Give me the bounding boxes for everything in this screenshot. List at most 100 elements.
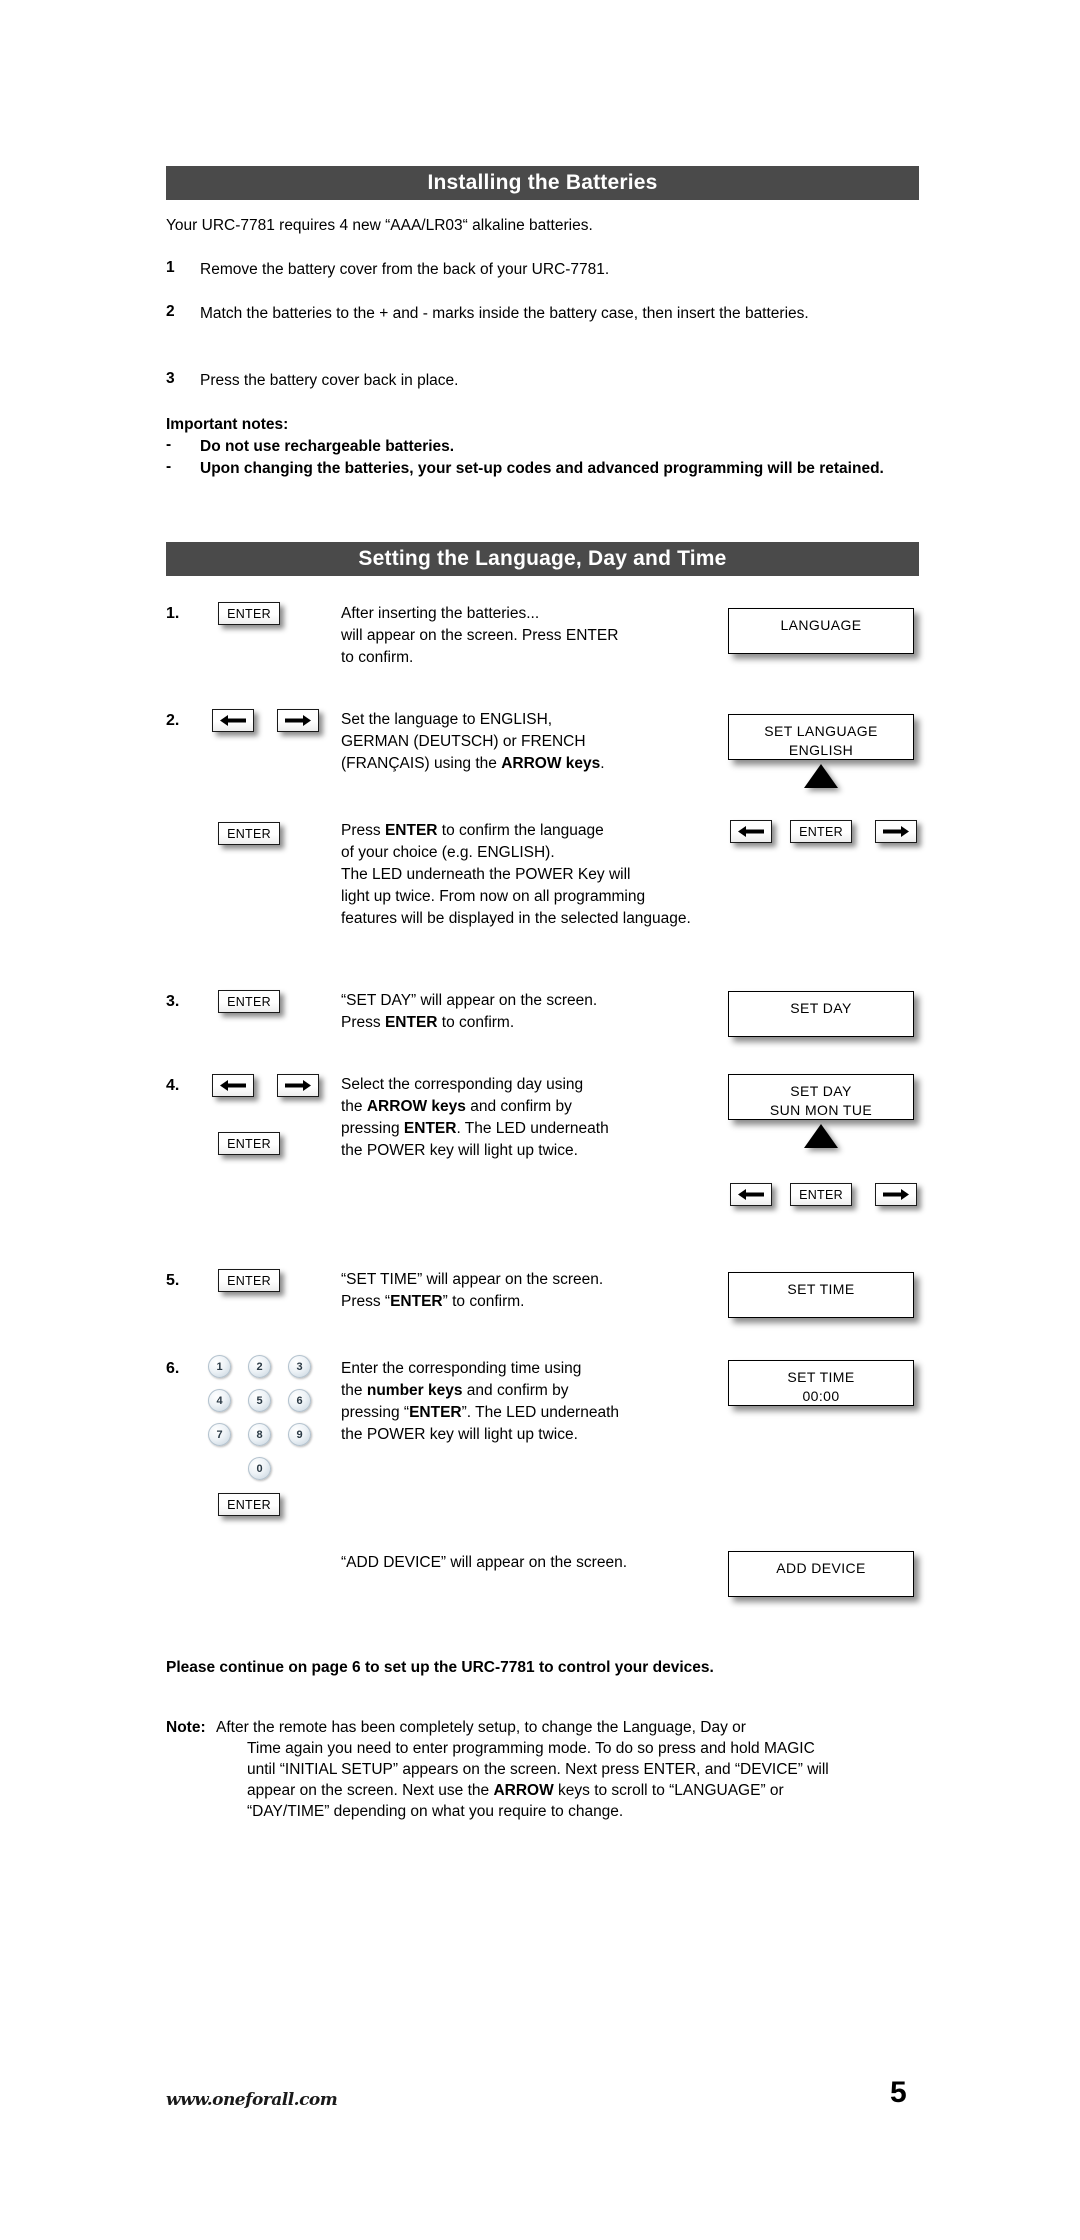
lang-step-4-line2-a: the [341,1098,367,1115]
lang-step-2-number: 2. [166,712,180,729]
number-key-4[interactable]: 4 [208,1389,231,1412]
arrow-left-icon [737,1188,765,1201]
lang-step-6-line2-c: and confirm by [462,1382,569,1399]
enter-key-label: ENTER [227,1136,271,1151]
arrow-right-key-step2[interactable] [277,709,319,732]
section-header-installing-batteries: Installing the Batteries [166,166,919,200]
lang-step-4-number: 4. [166,1077,180,1094]
arrow-left-key-step4[interactable] [212,1074,254,1097]
lang-step-6-line3-c: ”. The LED underneath [461,1404,620,1421]
add-device-text: “ADD DEVICE” will appear on the screen. [341,1554,628,1571]
lang-step-2-line3-a: (FRANÇAIS) using the [341,755,502,772]
arrow-left-key-step2[interactable] [212,709,254,732]
lang-step-3-line2: Press ENTER to confirm. [341,1012,514,1034]
lang-step-4-line3-c: . The LED underneath [456,1120,609,1137]
number-key-1[interactable]: 1 [208,1355,231,1378]
section-title: Setting the Language, Day and Time [358,547,727,570]
note-line-4: appear on the screen. Next use the ARROW… [247,1780,784,1802]
number-key-0[interactable]: 0 [248,1457,271,1480]
note-text-1: Do not use rechargeable batteries. [200,438,455,455]
number-key-label: 0 [256,1462,263,1475]
arrow-right-key-day-confirm[interactable] [875,1183,917,1206]
enter-key-step2b[interactable]: ENTER [218,822,280,845]
arrow-left-icon [219,1079,247,1092]
lcd-display-set-day-options: SET DAY SUN MON TUE [728,1074,914,1120]
lang-step-1-line3: to confirm. [341,649,414,666]
enter-key-lang-confirm[interactable]: ENTER [790,820,852,843]
arrow-left-key-lang-confirm[interactable] [730,820,772,843]
number-key-6[interactable]: 6 [288,1389,311,1412]
lang-step-6-enter: ENTER [409,1404,462,1421]
note-line-1: After the remote has been completely set… [216,1719,746,1736]
lang-step-1-line2: will appear on the screen. Press ENTER [341,627,619,644]
arrow-left-key-day-confirm[interactable] [730,1183,772,1206]
number-key-label: 2 [256,1360,263,1373]
number-key-label: 3 [296,1360,303,1373]
lang-step-5-number: 5. [166,1272,180,1289]
lcd-display-add-device: ADD DEVICE [728,1551,914,1597]
lang-step-2b-enter: ENTER [384,822,438,839]
lang-step-2-arrow-keys: ARROW keys [501,755,601,772]
lang-step-5-line2: Press “ENTER” to confirm. [341,1291,524,1313]
lang-step-2-line1: Set the language to ENGLISH, [341,711,553,728]
enter-key-step6[interactable]: ENTER [218,1493,280,1516]
lang-step-2b-line1: Press ENTER to confirm the language [341,820,604,842]
battery-step-2-number: 2 [166,303,175,320]
enter-key-label: ENTER [799,1187,843,1202]
number-key-label: 1 [216,1360,223,1373]
enter-key-label: ENTER [227,994,271,1009]
arrow-right-key-step4[interactable] [277,1074,319,1097]
note-line-4-arrow: ARROW [493,1782,554,1799]
arrow-right-key-lang-confirm[interactable] [875,820,917,843]
lang-step-4-line4: the POWER key will light up twice. [341,1142,578,1159]
number-key-3[interactable]: 3 [288,1355,311,1378]
arrow-right-icon [882,1188,910,1201]
number-key-8[interactable]: 8 [248,1423,271,1446]
lcd-display-language: LANGUAGE [728,608,914,654]
enter-key-day-confirm[interactable]: ENTER [790,1183,852,1206]
footer-page-number: 5 [890,2076,907,2109]
lcd-line-1: SET TIME [787,1281,855,1297]
arrow-left-icon [219,714,247,727]
enter-key-label: ENTER [227,606,271,621]
lang-step-3-number: 3. [166,993,180,1010]
lcd-line-1: LANGUAGE [780,617,862,633]
enter-key-step3[interactable]: ENTER [218,990,280,1013]
lang-step-6-line1: Enter the corresponding time using [341,1360,582,1377]
lang-step-4-line3-a: pressing [341,1120,404,1137]
lcd-line-2: 00:00 [802,1388,840,1404]
continue-note: Please continue on page 6 to set up the … [166,1659,714,1676]
lcd-line-1: ADD DEVICE [776,1560,866,1576]
lang-step-4-line3: pressing ENTER. The LED underneath [341,1118,609,1140]
lang-step-6-number-keys: number keys [366,1382,463,1399]
battery-step-3-number: 3 [166,370,175,387]
lang-step-6-line2-a: the [341,1382,367,1399]
lang-step-4-line2: the ARROW keys and confirm by [341,1096,572,1118]
lcd-line-1: SET TIME [787,1369,855,1385]
note-bullet-2: - [166,458,172,475]
number-key-5[interactable]: 5 [248,1389,271,1412]
enter-key-step5[interactable]: ENTER [218,1269,280,1292]
number-key-9[interactable]: 9 [288,1423,311,1446]
lang-step-3-line1: “SET DAY” will appear on the screen. [341,992,598,1009]
enter-key-step4[interactable]: ENTER [218,1132,280,1155]
lang-step-4-line1: Select the corresponding day using [341,1076,584,1093]
lang-step-5-line2-c: ” to confirm. [442,1293,525,1310]
battery-step-1-number: 1 [166,259,175,276]
lang-step-2b-line5: features will be displayed in the select… [341,910,691,927]
enter-key-step1[interactable]: ENTER [218,602,280,625]
lcd-display-set-time: SET TIME [728,1272,914,1318]
battery-step-2-text: Match the batteries to the + and - marks… [200,305,809,322]
lang-step-5-enter: ENTER [390,1293,443,1310]
lcd-display-set-day: SET DAY [728,991,914,1037]
lang-step-2-line3: (FRANÇAIS) using the ARROW keys. [341,753,605,775]
number-key-label: 8 [256,1428,263,1441]
note-bullet-1: - [166,436,172,453]
number-key-7[interactable]: 7 [208,1423,231,1446]
up-triangle-pointer-language [804,764,838,788]
lang-step-1-line1: After inserting the batteries... [341,605,540,622]
number-key-2[interactable]: 2 [248,1355,271,1378]
arrow-right-icon [284,1079,312,1092]
lang-step-5-line2-a: Press “ [341,1293,391,1310]
lang-step-2-line2: GERMAN (DEUTSCH) or FRENCH [341,733,586,750]
